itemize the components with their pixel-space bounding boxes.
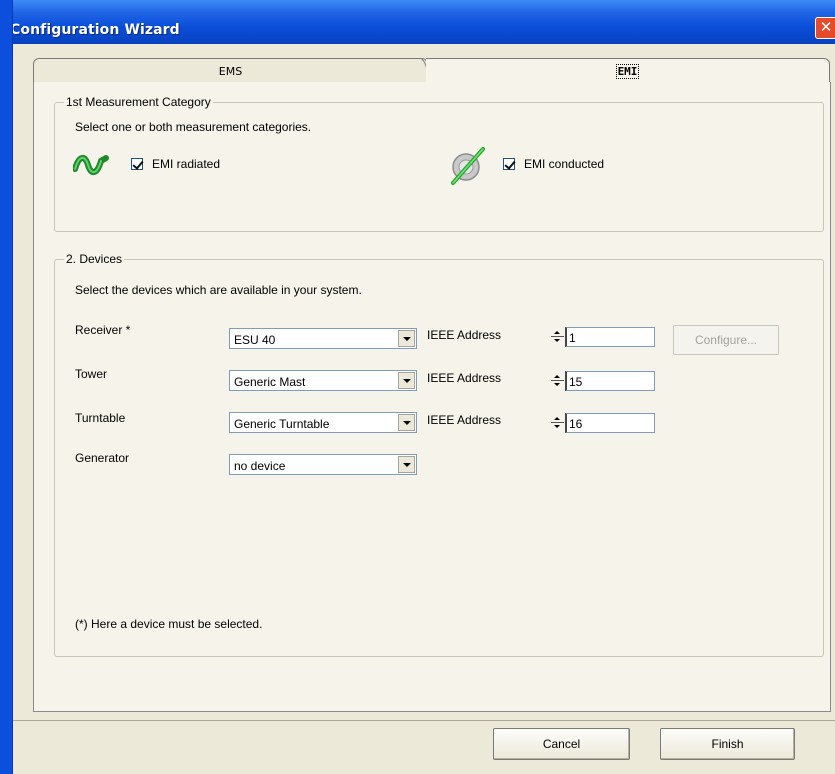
tab-emi[interactable]: EMI xyxy=(426,58,830,83)
devices-group: 2. Devices Select the devices which are … xyxy=(54,252,824,657)
title-bar[interactable]: Configuration Wizard ✕ xyxy=(0,0,835,44)
tower-value: Generic Mast xyxy=(234,375,306,389)
spinner-arrows-icon[interactable] xyxy=(551,415,565,431)
receiver-value: ESU 40 xyxy=(234,333,276,347)
emi-conducted-checkbox[interactable] xyxy=(503,158,515,170)
window-title: Configuration Wizard xyxy=(10,22,180,38)
close-button[interactable]: ✕ xyxy=(815,17,835,39)
configuration-wizard-window: Configuration Wizard ✕ EMS EMI 1st Measu… xyxy=(0,0,835,774)
devices-instruction: Select the devices which are available i… xyxy=(75,283,362,297)
cancel-button[interactable]: Cancel xyxy=(493,728,630,760)
emi-tab-panel: 1st Measurement Category Select one or b… xyxy=(33,82,831,712)
emi-radiated-checkbox[interactable] xyxy=(131,158,143,170)
tower-address-field[interactable]: 15 xyxy=(565,371,655,391)
turntable-address-field[interactable]: 16 xyxy=(565,413,655,433)
generator-value: no device xyxy=(234,459,286,473)
tab-ems[interactable]: EMS xyxy=(33,58,428,83)
turntable-label: Turntable xyxy=(75,411,126,425)
generator-select[interactable]: no device xyxy=(229,454,417,475)
chevron-down-icon[interactable] xyxy=(398,414,415,431)
generator-label: Generator xyxy=(75,451,130,465)
turntable-select[interactable]: Generic Turntable xyxy=(229,412,417,433)
measurement-category-title: 1st Measurement Category xyxy=(64,95,213,109)
bottom-separator xyxy=(13,720,835,721)
receiver-address-field[interactable]: 1 xyxy=(565,327,655,347)
wizard-client-area: EMS EMI 1st Measurement Category Select … xyxy=(13,44,835,774)
tower-address-spinner[interactable]: 15 xyxy=(551,371,655,391)
chevron-down-icon[interactable] xyxy=(398,330,415,347)
chevron-down-icon[interactable] xyxy=(398,456,415,473)
turntable-ieee-label: IEEE Address xyxy=(427,413,502,427)
receiver-address-spinner[interactable]: 1 xyxy=(551,327,655,347)
devices-footnote: (*) Here a device must be selected. xyxy=(75,617,263,631)
measurement-category-instruction: Select one or both measurement categorie… xyxy=(75,120,312,134)
spinner-arrows-icon[interactable] xyxy=(551,373,565,389)
receiver-select[interactable]: ESU 40 xyxy=(229,328,417,349)
emi-conducted-label[interactable]: EMI conducted xyxy=(524,157,604,171)
finish-button[interactable]: Finish xyxy=(660,728,795,760)
tower-ieee-label: IEEE Address xyxy=(427,371,502,385)
turntable-value: Generic Turntable xyxy=(234,417,330,431)
receiver-label: Receiver * xyxy=(75,323,131,337)
radiated-wave-icon xyxy=(73,155,109,175)
turntable-address-spinner[interactable]: 16 xyxy=(551,413,655,433)
emi-radiated-label[interactable]: EMI radiated xyxy=(152,157,220,171)
measurement-category-group: 1st Measurement Category Select one or b… xyxy=(54,95,824,232)
devices-title: 2. Devices xyxy=(64,252,125,266)
tower-label: Tower xyxy=(75,367,108,381)
close-icon: ✕ xyxy=(819,19,833,36)
configure-button[interactable]: Configure... xyxy=(673,325,779,355)
tower-select[interactable]: Generic Mast xyxy=(229,370,417,391)
chevron-down-icon[interactable] xyxy=(398,372,415,389)
tab-emi-label: EMI xyxy=(615,64,640,79)
conducted-cable-icon xyxy=(451,147,485,185)
window-left-border xyxy=(0,0,13,774)
spinner-arrows-icon[interactable] xyxy=(551,329,565,345)
receiver-ieee-label: IEEE Address xyxy=(427,328,502,342)
